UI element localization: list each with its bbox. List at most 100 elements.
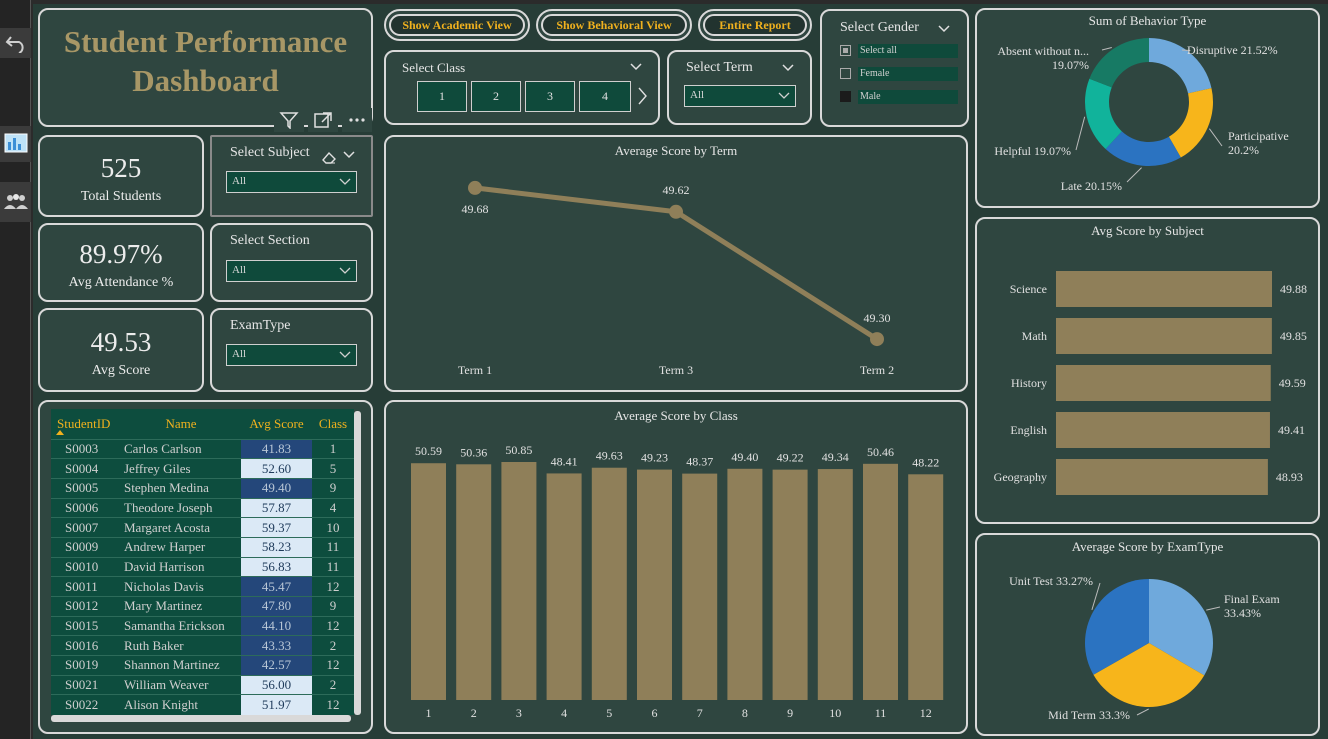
class-option-3[interactable]: 3 [525,81,575,112]
behavior-slice-label: Late 20.15% [1061,179,1122,193]
table-row[interactable]: S0007 Margaret Acosta 59.37 10 [51,517,354,538]
more-options-icon[interactable] [342,108,372,132]
table-row[interactable]: S0022 Alison Knight 51.97 12 [51,694,354,715]
column-header-name[interactable]: Name [121,409,241,439]
table-row[interactable]: S0006 Theodore Joseph 57.87 4 [51,497,354,518]
class-bar-8 [727,468,763,700]
table-row[interactable]: S0012 Mary Martinez 47.80 9 [51,596,354,617]
term-dropdown[interactable]: All [684,85,796,107]
cell-avg-score: 56.83 [241,556,312,577]
column-header-studentid[interactable]: StudentID [51,409,121,439]
column-header-avg-score[interactable]: Avg Score [241,409,312,439]
class-bar-9 [772,469,808,700]
subject-bar-history [1056,365,1271,401]
cell-class: 12 [312,694,354,715]
class-data-label: 49.23 [641,451,668,465]
slicer-title: Select Term [686,60,753,75]
cell-avg-score: 45.47 [241,576,312,597]
class-option-4[interactable]: 4 [579,81,631,112]
vertical-scrollbar[interactable] [354,411,361,715]
table-row[interactable]: S0005 Stephen Medina 49.40 9 [51,477,354,499]
header-label: Avg Score [249,415,304,431]
cell-avg-score: 44.10 [241,615,312,636]
class-data-label: 49.22 [777,451,804,465]
chevron-down-icon [339,351,351,358]
average-score-by-term-chart: Average Score by Term 49.68 Term 1 49.62 Te… [384,135,968,392]
behavioral-view-button[interactable]: Show Behavioral View [536,9,692,41]
cell-studentid: S0019 [51,655,121,676]
class-x-tick-label: 8 [742,706,748,720]
behavioral-page-button[interactable] [0,182,31,222]
cell-avg-score: 43.33 [241,635,312,656]
dashboard-icon [4,133,27,153]
class-x-tick-label: 5 [606,706,612,720]
chevron-down-icon [339,267,351,274]
cell-name: William Weaver [121,674,241,695]
academic-view-button[interactable]: Show Academic View [384,9,530,41]
cell-name: David Harrison [121,556,241,577]
student-table: StudentID Name Avg Score Class S0003 Carl… [51,409,354,715]
option-label: 3 [547,89,553,103]
cell-class: 2 [312,635,354,656]
class-data-label: 49.40 [731,450,758,464]
cell-avg-score: 41.83 [241,438,312,459]
cell-name: Stephen Medina [121,477,241,499]
section-dropdown[interactable]: All [226,260,357,282]
back-button[interactable] [0,28,31,58]
chevron-down-icon[interactable] [938,24,950,34]
examtype-dropdown[interactable]: All [226,344,357,366]
subject-bar-english [1056,412,1270,448]
header-label: Name [165,415,197,431]
horizontal-scrollbar[interactable] [51,715,351,722]
chevron-down-icon[interactable] [782,63,794,73]
chevron-down-icon[interactable] [630,62,642,72]
cell-class: 4 [312,497,354,518]
behavior-slice-label: Disruptive 21.52% [1187,43,1278,57]
subject-dropdown[interactable]: All [226,171,357,193]
focus-mode-icon[interactable] [308,108,338,132]
table-row[interactable]: S0016 Ruth Baker 43.33 2 [51,635,354,656]
section-slicer: Select Section All [210,223,373,302]
table-row[interactable]: S0009 Andrew Harper 58.23 11 [51,536,354,558]
kpi-label: Avg Attendance % [68,275,174,290]
entire-report-button[interactable]: Entire Report [698,9,812,41]
subject-y-tick-label: History [1011,376,1047,390]
table-row[interactable]: S0011 Nicholas Davis 45.47 12 [51,576,354,597]
cell-avg-score: 47.80 [241,596,312,617]
column-header-class[interactable]: Class [312,409,354,439]
slicer-title: ExamType [230,318,291,333]
exam-slice-label: Unit Test 33.27% [1009,574,1093,588]
checked-checkbox-icon [840,91,851,102]
class-x-tick-label: 3 [516,706,522,720]
class-option-1[interactable]: 1 [417,81,467,112]
class-bar-3 [501,462,537,700]
eraser-icon[interactable] [321,150,337,164]
table-row[interactable]: S0004 Jeffrey Giles 52.60 5 [51,458,354,479]
term-x-tick-label: Term 2 [860,363,894,377]
cell-name: Carlos Carlson [121,438,241,459]
left-toolbar [0,0,31,739]
subject-y-tick-label: Science [1010,282,1047,296]
cell-studentid: S0011 [51,576,121,597]
table-row[interactable]: S0003 Carlos Carlson 41.83 1 [51,438,354,459]
class-x-tick-label: 9 [787,706,793,720]
class-bar-10 [817,469,853,700]
header-label: Class [318,415,348,431]
chevron-right-icon[interactable] [636,86,648,106]
class-data-label: 49.63 [596,449,623,463]
cell-class: 1 [312,438,354,459]
table-row[interactable]: S0010 David Harrison 56.83 11 [51,556,354,577]
class-option-2[interactable]: 2 [471,81,521,112]
cell-class: 10 [312,517,354,538]
cell-name: Theodore Joseph [121,497,241,518]
class-data-label: 48.41 [551,454,578,468]
table-row[interactable]: S0021 William Weaver 56.00 2 [51,674,354,695]
academic-page-button[interactable] [0,126,31,162]
kpi-label: Total Students [80,189,162,204]
chevron-down-icon[interactable] [343,150,355,160]
filter-icon[interactable] [274,108,304,132]
button-label: Entire Report [703,14,807,36]
table-row[interactable]: S0019 Shannon Martinez 42.57 12 [51,655,354,676]
cell-studentid: S0003 [51,438,121,459]
table-row[interactable]: S0015 Samantha Erickson 44.10 12 [51,615,354,636]
